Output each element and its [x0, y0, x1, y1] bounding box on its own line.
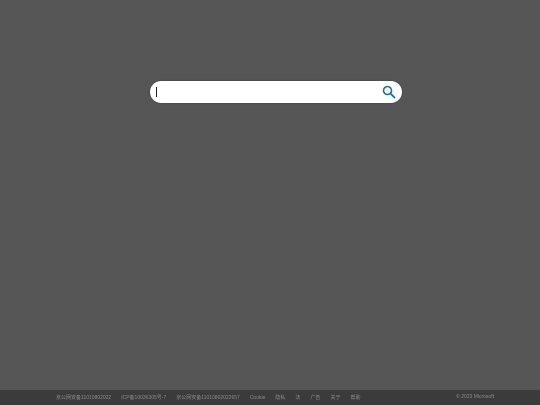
footer-link-about[interactable]: 关于 [330, 394, 340, 401]
footer-link-icp[interactable]: ICP备10036305号-7 [121, 394, 166, 401]
footer-link-advertise[interactable]: 广告 [310, 394, 320, 401]
search-icon [382, 85, 396, 99]
footer-link-help[interactable]: 帮助 [350, 394, 360, 401]
footer-links: 京公网安备11010802022 ICP备10036305号-7 京公网安备11… [56, 390, 370, 405]
footer-link-police-record[interactable]: 京公网安备11010802022 [56, 394, 111, 401]
copyright-text: © 2023 Microsoft [456, 394, 494, 400]
footer-link-license[interactable]: 京公网安备11010802022657 [176, 394, 240, 401]
footer: 京公网安备11010802022 ICP备10036305号-7 京公网安备11… [0, 390, 540, 405]
search-button[interactable] [382, 85, 396, 99]
search-box[interactable] [150, 81, 402, 103]
search-input[interactable] [156, 84, 376, 100]
text-caret [156, 87, 157, 97]
footer-link-legal[interactable]: 法 [295, 394, 300, 401]
footer-link-privacy[interactable]: 隐私 [275, 394, 285, 401]
footer-link-cookie[interactable]: Cookie [250, 395, 266, 401]
